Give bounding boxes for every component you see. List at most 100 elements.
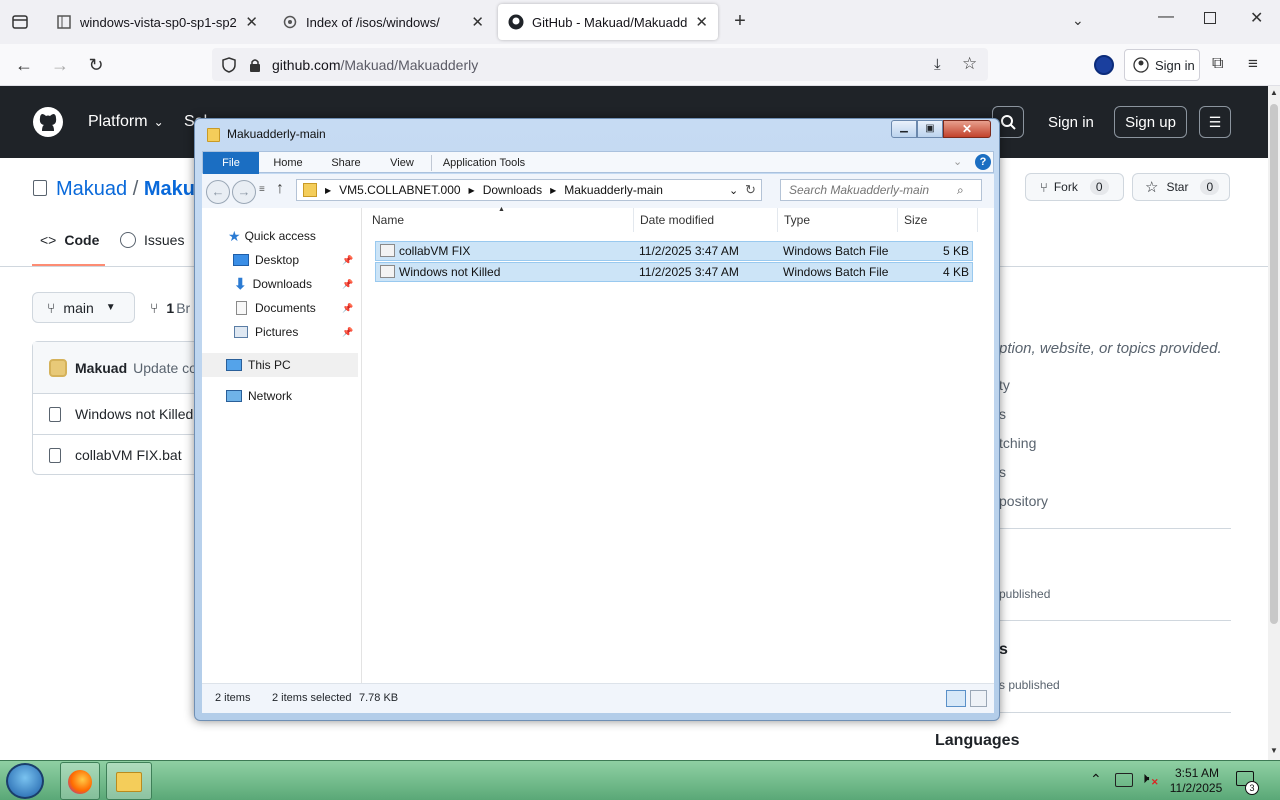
large-icons-view-icon[interactable] bbox=[970, 690, 987, 707]
ribbon-expand-icon[interactable]: ⌄ bbox=[953, 155, 962, 168]
breadcrumb-item[interactable]: VM5.COLLABNET.000 bbox=[339, 183, 460, 197]
about-link-3[interactable]: tching bbox=[999, 435, 1036, 451]
browser-tab-3[interactable]: GitHub - Makuad/Makuadderly ✕ bbox=[498, 4, 718, 40]
bookmark-star-icon[interactable]: ☆ bbox=[962, 54, 977, 74]
tab-application-tools[interactable]: Application Tools bbox=[435, 152, 533, 174]
lock-icon[interactable] bbox=[248, 57, 262, 73]
help-icon[interactable]: ? bbox=[975, 154, 991, 170]
clock-date[interactable]: 11/2/2025 bbox=[1164, 781, 1228, 795]
explorer-taskbar-icon[interactable] bbox=[106, 762, 152, 800]
details-view-icon[interactable] bbox=[946, 690, 966, 707]
nav-documents[interactable]: Documents 📌 bbox=[202, 297, 358, 319]
nav-pictures[interactable]: Pictures 📌 bbox=[202, 321, 358, 343]
branches-link[interactable]: ⑂ 1 Br bbox=[150, 300, 190, 316]
column-type[interactable]: Type bbox=[778, 208, 898, 232]
github-signup-button[interactable]: Sign up bbox=[1114, 106, 1187, 138]
network-tray-icon[interactable] bbox=[1115, 773, 1133, 787]
nav-desktop[interactable]: Desktop 📌 bbox=[202, 249, 358, 271]
repo-name-link[interactable]: Maku bbox=[144, 178, 195, 200]
menu-icon[interactable]: ≡ bbox=[1248, 54, 1258, 74]
minimize-button[interactable]: ▁ bbox=[891, 120, 917, 138]
star-button[interactable]: ☆ Star 0 bbox=[1132, 173, 1230, 201]
minimize-icon[interactable]: — bbox=[1158, 8, 1174, 26]
scrollbar-thumb[interactable] bbox=[1270, 104, 1278, 624]
close-tab-icon[interactable]: ✕ bbox=[695, 13, 708, 31]
page-scrollbar[interactable]: ▲ ▼ bbox=[1268, 86, 1280, 760]
column-size[interactable]: Size bbox=[898, 208, 978, 232]
tab-file[interactable]: File bbox=[203, 152, 259, 174]
column-name[interactable]: Name ▲ bbox=[362, 206, 634, 232]
forward-icon[interactable]: → bbox=[46, 52, 74, 78]
clock-time[interactable]: 3:51 AM bbox=[1172, 766, 1222, 780]
address-row: ← → ≡ ↑ ▶ VM5.COLLABNET.000 ▶ Downloads … bbox=[202, 174, 994, 208]
commit-message[interactable]: Update co bbox=[133, 360, 197, 376]
tab-home[interactable]: Home bbox=[261, 152, 315, 174]
url-bar[interactable]: github.com/Makuad/Makuadderly ⤓ ☆ bbox=[212, 48, 988, 81]
nav-this-pc[interactable]: This PC bbox=[202, 353, 358, 377]
shield-icon[interactable] bbox=[220, 56, 238, 74]
about-link-5[interactable]: pository bbox=[999, 493, 1048, 509]
show-hidden-icons-icon[interactable]: ⌃ bbox=[1090, 771, 1102, 788]
up-arrow-icon[interactable]: ↑ bbox=[276, 180, 284, 198]
nav-network[interactable]: Network bbox=[202, 385, 358, 407]
search-icon[interactable]: ⌕ bbox=[957, 183, 964, 198]
commit-author[interactable]: Makuad bbox=[75, 360, 127, 376]
forward-icon[interactable]: → bbox=[232, 180, 256, 204]
packages-heading[interactable]: s bbox=[999, 641, 1008, 659]
nav-platform[interactable]: Platform ⌄ bbox=[88, 113, 164, 131]
extensions-icon[interactable]: ⧉ bbox=[1212, 55, 1223, 73]
back-icon[interactable]: ← bbox=[10, 52, 38, 78]
tab-code[interactable]: <> Code bbox=[32, 232, 105, 266]
signin-label: Sign in bbox=[1155, 57, 1195, 73]
about-link-1[interactable]: ty bbox=[999, 377, 1010, 393]
column-date-modified[interactable]: Date modified bbox=[634, 208, 778, 232]
file-row[interactable]: collabVM FIX 11/2/2025 3:47 AM Windows B… bbox=[375, 241, 973, 261]
save-page-icon[interactable]: ⤓ bbox=[934, 56, 941, 73]
address-bar[interactable]: ▶ VM5.COLLABNET.000 ▶ Downloads ▶ Makuad… bbox=[296, 179, 762, 201]
search-box[interactable]: ⌕ bbox=[780, 179, 982, 201]
close-button[interactable]: ✕ bbox=[943, 120, 991, 138]
tab-list-icon[interactable] bbox=[10, 12, 30, 32]
restore-icon[interactable] bbox=[1204, 12, 1216, 24]
fork-button[interactable]: ⑂ Fork 0 bbox=[1025, 173, 1124, 201]
repo-owner-link[interactable]: Makuad bbox=[56, 178, 127, 200]
close-tab-icon[interactable]: ✕ bbox=[245, 13, 258, 31]
search-input[interactable] bbox=[789, 183, 957, 197]
about-link-4[interactable]: s bbox=[999, 464, 1006, 480]
star-label: Star bbox=[1166, 180, 1189, 194]
start-button[interactable] bbox=[6, 763, 44, 799]
maximize-button[interactable]: ▣ bbox=[917, 120, 943, 138]
back-icon[interactable]: ← bbox=[206, 180, 230, 204]
dropdown-icon[interactable]: ⌄ bbox=[729, 184, 738, 197]
tab-view[interactable]: View bbox=[375, 152, 429, 174]
new-tab-icon[interactable]: + bbox=[728, 10, 752, 34]
browser-nav-bar: ← → ↻ github.com/Makuad/Makuadderly ⤓ ☆ … bbox=[0, 44, 1280, 86]
chevron-down-icon[interactable]: ⌄ bbox=[1072, 12, 1084, 29]
close-tab-icon[interactable]: ✕ bbox=[471, 13, 484, 31]
account-icon[interactable] bbox=[1094, 55, 1114, 75]
nav-quick-access[interactable]: ★ Quick access bbox=[202, 225, 358, 247]
settings-sliders-icon[interactable]: ☰ bbox=[1199, 106, 1231, 138]
browser-tab-2[interactable]: Index of /isos/windows/ ✕ bbox=[272, 4, 494, 40]
scroll-down-arrow[interactable]: ▼ bbox=[1270, 746, 1278, 755]
tab-issues[interactable]: Issues bbox=[120, 232, 184, 248]
github-logo-icon[interactable] bbox=[32, 106, 64, 138]
firefox-taskbar-icon[interactable] bbox=[60, 762, 100, 800]
breadcrumb-item[interactable]: Makuadderly-main bbox=[564, 183, 663, 197]
close-window-icon[interactable]: ✕ bbox=[1250, 8, 1263, 28]
about-link-2[interactable]: s bbox=[999, 406, 1006, 422]
tab-share[interactable]: Share bbox=[319, 152, 373, 174]
file-row[interactable]: Windows not Killed 11/2/2025 3:47 AM Win… bbox=[375, 262, 973, 282]
breadcrumb-item[interactable]: Downloads bbox=[483, 183, 542, 197]
branch-selector[interactable]: ⑂ main ▼ bbox=[32, 292, 135, 323]
releases-text: published bbox=[999, 587, 1051, 601]
nav-downloads[interactable]: ⬇ Downloads 📌 bbox=[202, 273, 358, 295]
browser-tab-1[interactable]: windows-vista-sp0-sp1-sp2-ms ✕ bbox=[46, 4, 268, 40]
github-signin-link[interactable]: Sign in bbox=[1048, 114, 1094, 131]
refresh-icon[interactable]: ↻ bbox=[745, 182, 756, 198]
volume-muted-icon[interactable]: 🕨 bbox=[1140, 770, 1149, 787]
recent-locations-icon[interactable]: ≡ bbox=[259, 184, 265, 195]
firefox-signin-button[interactable]: Sign in bbox=[1124, 49, 1200, 81]
scroll-up-arrow[interactable]: ▲ bbox=[1270, 88, 1278, 97]
reload-icon[interactable]: ↻ bbox=[82, 52, 110, 78]
